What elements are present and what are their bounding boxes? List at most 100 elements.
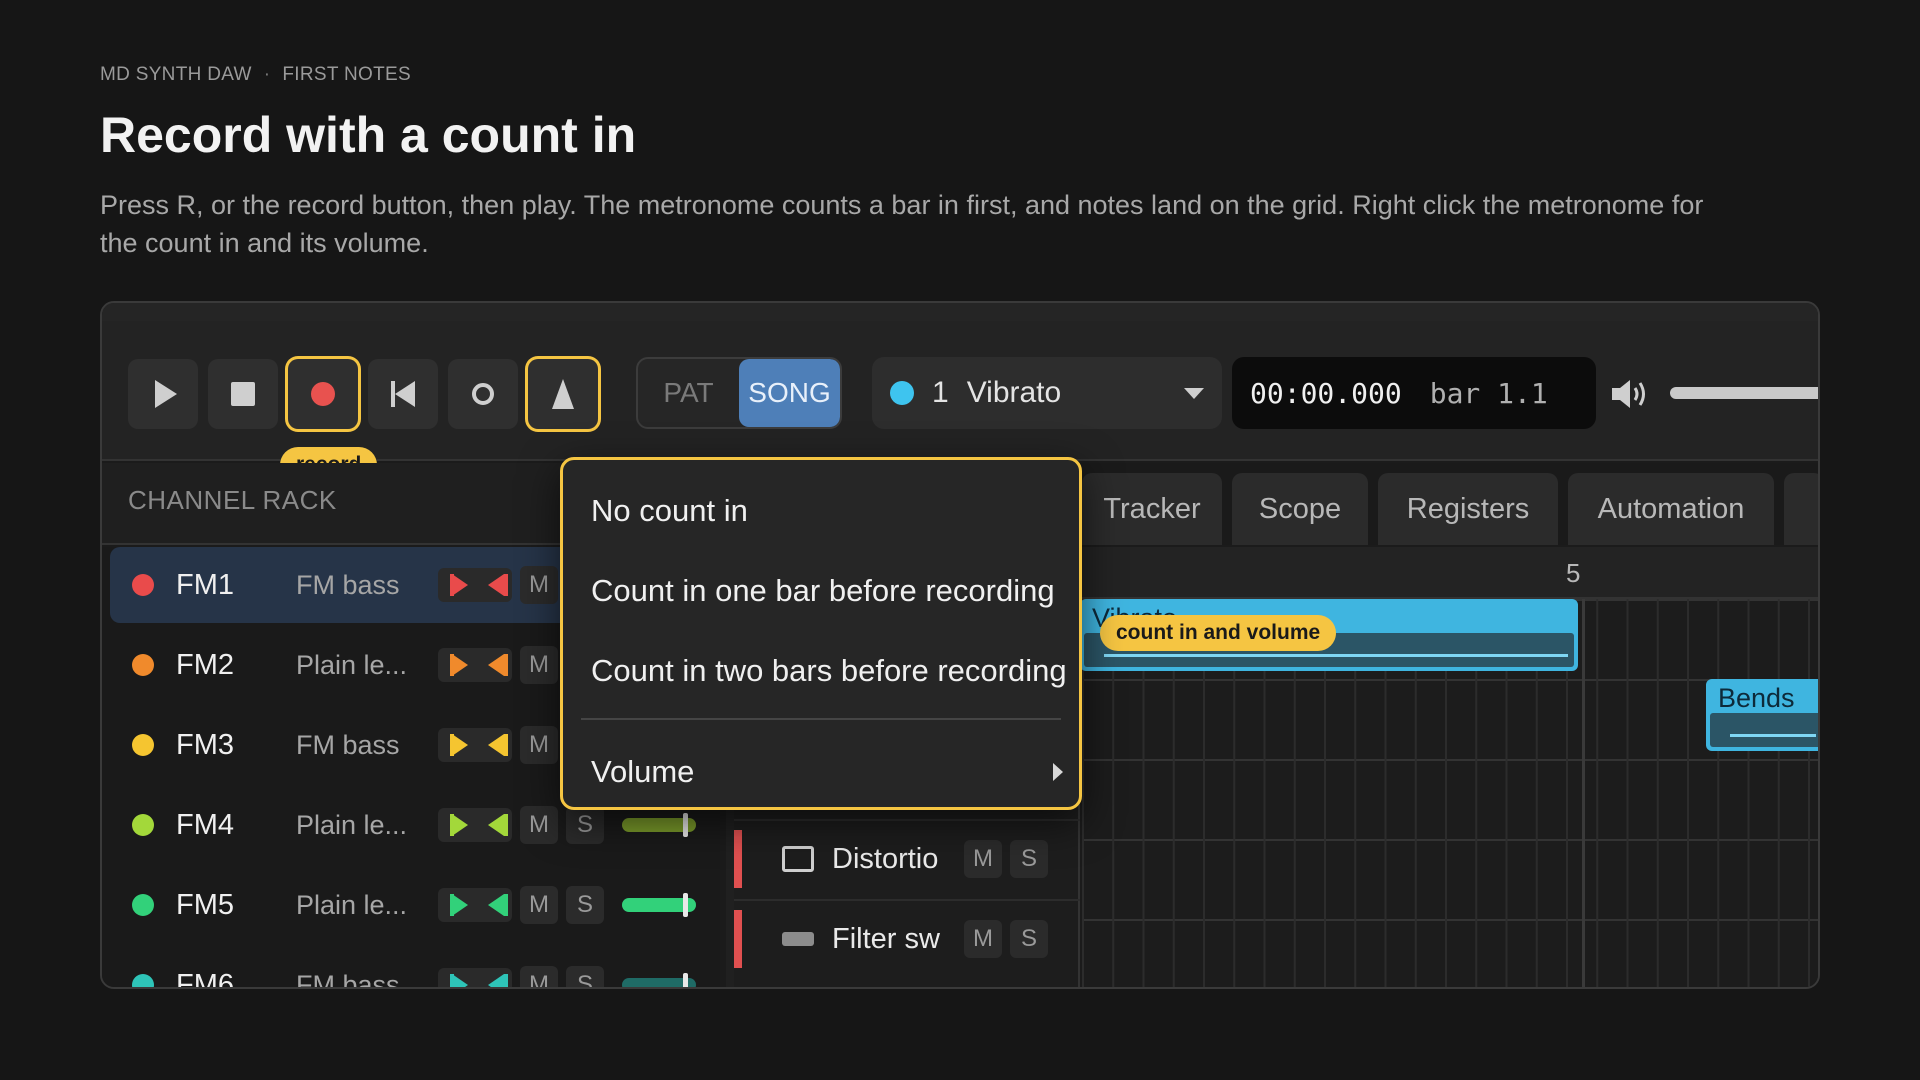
channel-name: FM6 bbox=[176, 968, 234, 989]
track-row[interactable]: Filter sw M S bbox=[734, 899, 1080, 977]
pan-right-icon bbox=[488, 574, 508, 596]
timeline-ruler[interactable]: 5 bbox=[1082, 547, 1818, 599]
clapper-icon bbox=[782, 846, 814, 872]
channel-name: FM5 bbox=[176, 888, 234, 921]
track-mute-button[interactable]: M bbox=[964, 920, 1002, 958]
tab-registers[interactable]: Registers bbox=[1378, 473, 1558, 545]
pan-control[interactable] bbox=[438, 808, 512, 842]
channel-row[interactable]: FM5 Plain le... M S bbox=[110, 867, 710, 943]
mute-button[interactable]: M bbox=[520, 886, 558, 924]
track-color-bar bbox=[734, 910, 742, 968]
pattern-color-dot bbox=[890, 381, 914, 405]
menu-item-volume[interactable]: Volume bbox=[591, 754, 694, 790]
channel-volume-fader[interactable] bbox=[622, 813, 696, 837]
rewind-button[interactable] bbox=[368, 359, 438, 429]
page-title: Record with a count in bbox=[100, 107, 637, 163]
mute-button[interactable]: M bbox=[520, 726, 558, 764]
stop-icon bbox=[231, 382, 255, 406]
bar-line bbox=[1582, 599, 1585, 987]
channel-instrument: FM bass bbox=[296, 729, 400, 760]
channel-color-dot bbox=[132, 574, 154, 596]
pattern-selector[interactable]: 1 Vibrato bbox=[872, 357, 1222, 429]
pan-control[interactable] bbox=[438, 888, 512, 922]
metronome-icon bbox=[552, 379, 574, 409]
tab-tracker[interactable]: Tracker bbox=[1082, 473, 1222, 545]
solo-button[interactable]: S bbox=[566, 966, 604, 987]
track-name: Distortio bbox=[832, 842, 939, 875]
pan-right-icon bbox=[488, 814, 508, 836]
tab-scope[interactable]: Scope bbox=[1232, 473, 1368, 545]
tab-automation[interactable]: Automation bbox=[1568, 473, 1774, 545]
record-button[interactable] bbox=[288, 359, 358, 429]
track-solo-button[interactable]: S bbox=[1010, 920, 1048, 958]
menu-item-count-in-one-bar[interactable]: Count in one bar before recording bbox=[591, 573, 1055, 609]
channel-instrument: Plain le... bbox=[296, 809, 408, 840]
channel-instrument: FM bass bbox=[296, 969, 400, 989]
stop-button[interactable] bbox=[208, 359, 278, 429]
channel-name: FM3 bbox=[176, 728, 234, 761]
pat-mode-button[interactable]: PAT bbox=[638, 359, 739, 427]
channel-name: FM4 bbox=[176, 808, 234, 841]
channel-row[interactable]: FM6 FM bass M S bbox=[110, 947, 710, 989]
pan-control[interactable] bbox=[438, 568, 512, 602]
pan-control[interactable] bbox=[438, 648, 512, 682]
channel-volume-fader[interactable] bbox=[622, 893, 696, 917]
pan-right-icon bbox=[488, 654, 508, 676]
tab-overflow[interactable] bbox=[1784, 473, 1818, 545]
pan-left-icon bbox=[450, 734, 468, 756]
page-description: Press R, or the record button, then play… bbox=[100, 190, 1704, 258]
play-button[interactable] bbox=[128, 359, 198, 429]
mute-button[interactable]: M bbox=[520, 966, 558, 987]
track-name: Filter sw bbox=[832, 922, 940, 955]
menu-item-count-in-two-bars[interactable]: Count in two bars before recording bbox=[591, 653, 1067, 689]
channel-name: FM1 bbox=[176, 568, 234, 601]
pan-left-icon bbox=[450, 974, 468, 987]
metronome-context-menu: No count in Count in one bar before reco… bbox=[560, 457, 1082, 810]
channel-color-dot bbox=[132, 894, 154, 916]
breadcrumb-section: FIRST NOTES bbox=[282, 64, 411, 85]
channel-color-dot bbox=[132, 974, 154, 987]
count-in-callout: count in and volume bbox=[1100, 615, 1337, 651]
record-icon bbox=[311, 382, 335, 406]
ruler-marker-5: 5 bbox=[1566, 558, 1581, 588]
pattern-number: 1 bbox=[932, 376, 949, 409]
solo-button[interactable]: S bbox=[566, 886, 604, 924]
channel-instrument: Plain le... bbox=[296, 889, 408, 920]
pan-left-icon bbox=[450, 574, 468, 596]
metronome-button[interactable] bbox=[528, 359, 598, 429]
song-mode-button[interactable]: SONG bbox=[739, 359, 840, 427]
clip-bends[interactable]: Bends bbox=[1706, 679, 1818, 751]
channel-volume-fader[interactable] bbox=[622, 973, 696, 987]
chevron-down-icon bbox=[1184, 387, 1204, 399]
speaker-icon[interactable] bbox=[1610, 377, 1650, 411]
time-readout: 00:00.000 bbox=[1250, 376, 1402, 410]
breadcrumb-separator: · bbox=[263, 64, 271, 85]
loop-button[interactable] bbox=[448, 359, 518, 429]
transport-toolbar: PAT SONG 1 Vibrato 00:00.000 bar 1.1 bbox=[102, 321, 1818, 461]
pattern-name: Vibrato bbox=[966, 376, 1062, 409]
track-solo-button[interactable]: S bbox=[1010, 840, 1048, 878]
pattern-song-toggle: PAT SONG bbox=[636, 357, 842, 429]
track-color-bar bbox=[734, 830, 742, 888]
channel-instrument: Plain le... bbox=[296, 649, 408, 680]
master-volume-slider[interactable] bbox=[1670, 387, 1818, 399]
pan-right-icon bbox=[488, 974, 508, 987]
solo-button[interactable]: S bbox=[566, 806, 604, 844]
automation-icon bbox=[782, 932, 814, 946]
pan-control[interactable] bbox=[438, 968, 512, 987]
pan-left-icon bbox=[450, 894, 468, 916]
track-mute-button[interactable]: M bbox=[964, 840, 1002, 878]
mute-button[interactable]: M bbox=[520, 566, 558, 604]
channel-color-dot bbox=[132, 734, 154, 756]
pan-control[interactable] bbox=[438, 728, 512, 762]
pan-right-icon bbox=[488, 894, 508, 916]
view-tabs: Tracker Scope Registers Automation bbox=[1082, 463, 1818, 545]
track-row[interactable]: Distortio M S bbox=[734, 819, 1080, 897]
menu-item-no-count-in[interactable]: No count in bbox=[591, 493, 748, 529]
mute-button[interactable]: M bbox=[520, 646, 558, 684]
clip-label: Bends bbox=[1718, 683, 1795, 713]
chevron-right-icon bbox=[1053, 763, 1063, 781]
breadcrumb-app: MD SYNTH DAW bbox=[100, 64, 252, 85]
channel-name: FM2 bbox=[176, 648, 234, 681]
mute-button[interactable]: M bbox=[520, 806, 558, 844]
